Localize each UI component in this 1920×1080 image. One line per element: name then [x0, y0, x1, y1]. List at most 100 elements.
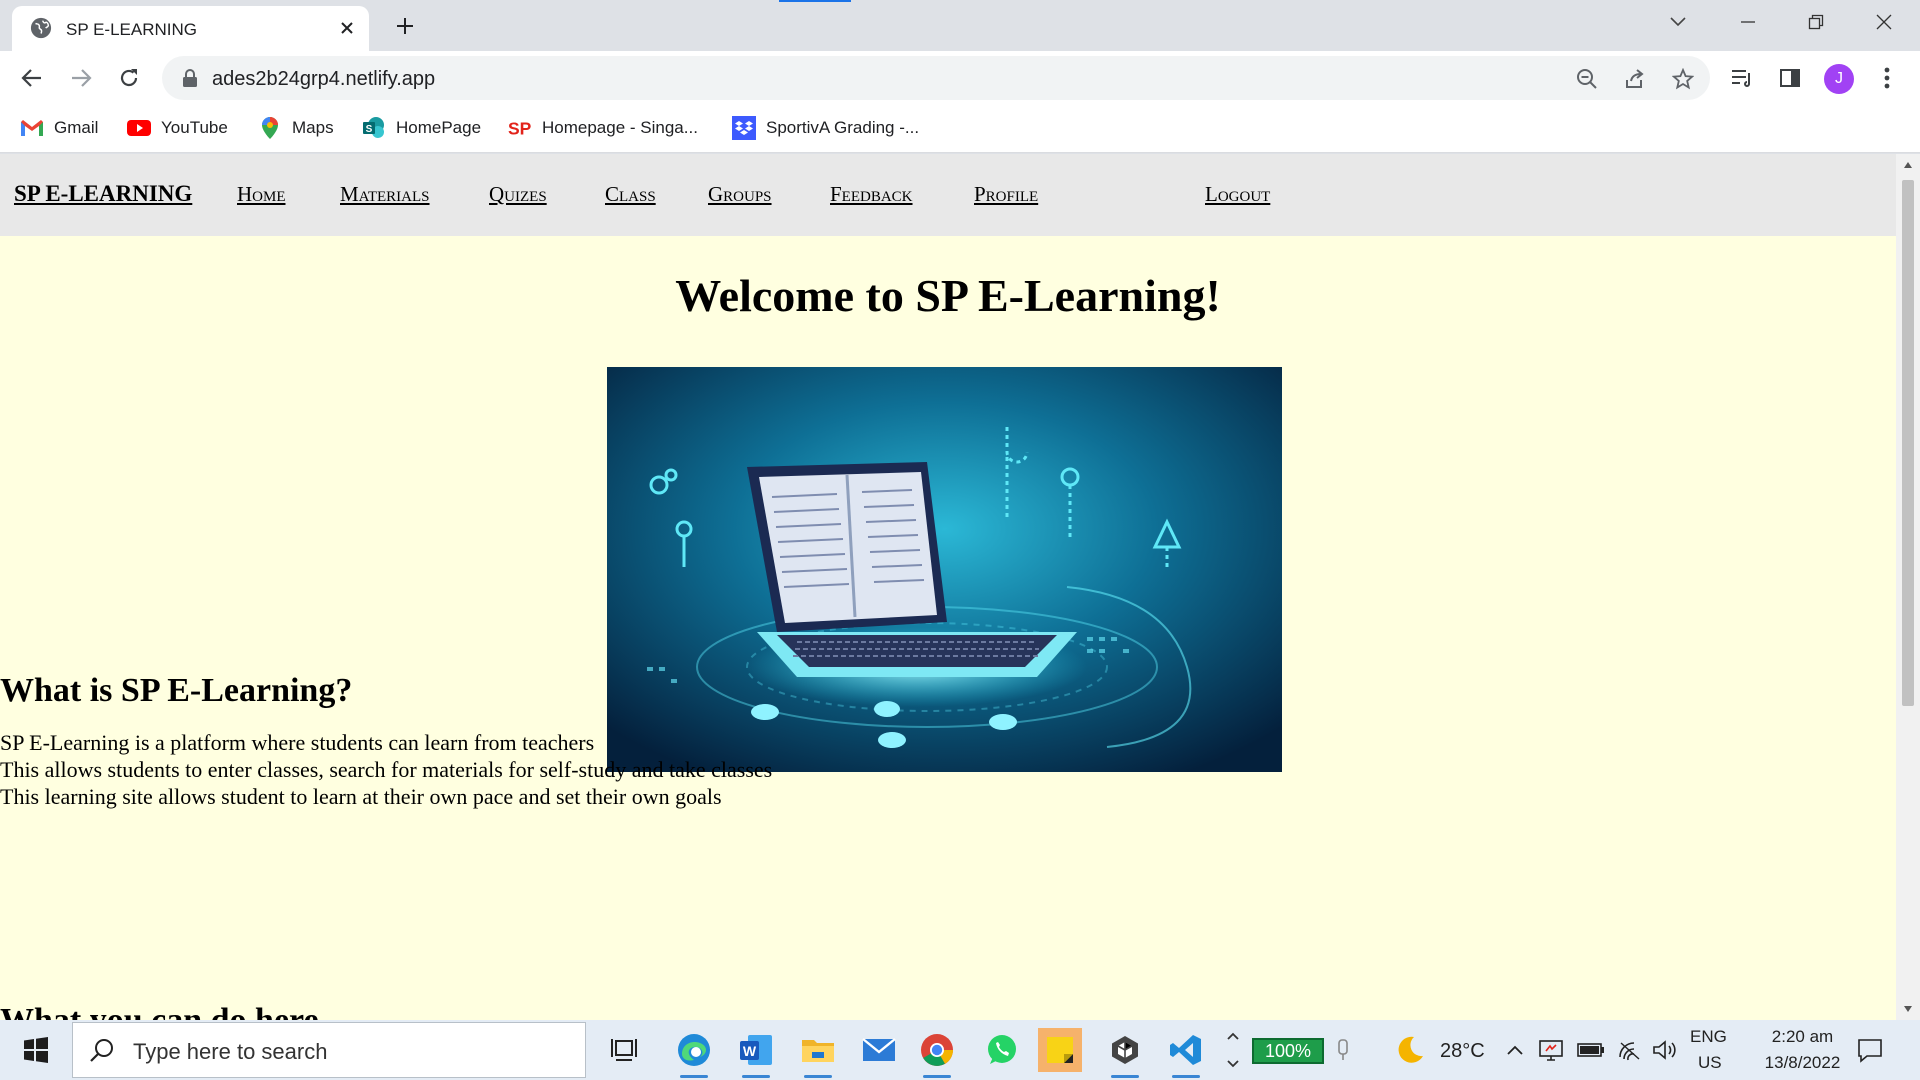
browser-tab[interactable]: SP E-LEARNING	[12, 6, 369, 51]
display-icon[interactable]	[1535, 1028, 1567, 1072]
input-language[interactable]: ENG	[1690, 1027, 1727, 1047]
section-heading-features: What you can do here	[0, 1002, 319, 1020]
bookmarks-bar: Gmail YouTube Maps S HomePage SP Homepag…	[0, 105, 1920, 153]
bookmark-sp-homepage[interactable]: SP Homepage - Singa...	[508, 115, 698, 141]
section-heading-about: What is SP E-Learning?	[0, 672, 353, 709]
svg-text:SP: SP	[508, 118, 532, 138]
active-app-indicator	[680, 1075, 708, 1078]
reading-list-icon[interactable]	[1729, 65, 1755, 91]
search-icon	[90, 1039, 113, 1062]
e-learning-hero-image	[607, 367, 1282, 772]
page-viewport: SP E-LEARNING Home Materials Quizes Clas…	[0, 154, 1896, 1020]
tab-title: SP E-LEARNING	[66, 20, 198, 39]
wifi-icon[interactable]	[1614, 1028, 1646, 1072]
active-app-indicator	[804, 1075, 832, 1078]
page-title: Welcome to SP E-Learning!	[675, 270, 1221, 321]
edge-icon[interactable]	[672, 1028, 716, 1078]
scroll-down-icon[interactable]	[1896, 998, 1920, 1020]
vscode-icon[interactable]	[1164, 1028, 1208, 1078]
clock-date[interactable]: 13/8/2022	[1745, 1053, 1860, 1073]
active-app-indicator	[742, 1075, 770, 1078]
profile-avatar[interactable]: J	[1824, 64, 1854, 94]
file-explorer-icon[interactable]	[796, 1028, 840, 1078]
moon-weather-icon[interactable]	[1388, 1028, 1432, 1072]
lock-icon[interactable]	[182, 69, 198, 87]
task-view-icon[interactable]	[602, 1028, 646, 1072]
unity-icon[interactable]	[1103, 1028, 1147, 1078]
tab-strip: SP E-LEARNING	[0, 0, 1920, 51]
maps-icon	[258, 116, 282, 140]
scrollbar-thumb[interactable]	[1902, 180, 1914, 706]
globe-icon	[30, 17, 52, 39]
whatsapp-icon[interactable]	[980, 1028, 1024, 1072]
mail-icon[interactable]	[857, 1028, 901, 1072]
chrome-icon[interactable]	[915, 1028, 959, 1078]
nav-quizes[interactable]: Quizes	[489, 182, 547, 207]
scroll-taskbar-icon[interactable]	[1222, 1028, 1244, 1072]
restore-icon[interactable]	[1798, 8, 1834, 36]
bookmark-label: YouTube	[161, 118, 228, 137]
about-line: This learning site allows student to lea…	[0, 784, 722, 809]
bookmark-gmail[interactable]: Gmail	[20, 115, 98, 141]
page-loading-indicator	[779, 0, 851, 2]
new-tab-icon[interactable]	[390, 11, 420, 41]
youtube-icon	[127, 116, 151, 140]
bookmark-star-icon[interactable]	[1670, 66, 1696, 92]
windows-taskbar: Type here to search W 100% 28°C ENG US 2…	[0, 1020, 1920, 1080]
battery-icon[interactable]	[1575, 1028, 1607, 1072]
about-paragraph: SP E-Learning is a platform where studen…	[0, 729, 772, 810]
sharepoint-icon: S	[362, 116, 386, 140]
bookmark-sportiva[interactable]: SportivA Grading -...	[732, 115, 919, 141]
notifications-icon[interactable]	[1848, 1028, 1892, 1072]
bookmark-label: Homepage - Singa...	[542, 118, 698, 137]
clock-time[interactable]: 2:20 am	[1755, 1027, 1850, 1047]
sp-logo-icon: SP	[508, 116, 532, 140]
battery-level-indicator[interactable]: 100%	[1252, 1038, 1324, 1064]
bookmark-homepage[interactable]: S HomePage	[362, 115, 481, 141]
nav-feedback[interactable]: Feedback	[830, 182, 913, 207]
touch-keyboard-icon[interactable]	[1330, 1028, 1356, 1072]
bookmark-label: SportivA Grading -...	[766, 118, 920, 137]
scroll-up-icon[interactable]	[1896, 154, 1920, 176]
nav-profile[interactable]: Profile	[974, 182, 1038, 207]
dropbox-icon	[732, 116, 756, 140]
active-app-indicator	[1172, 1075, 1200, 1078]
close-window-icon[interactable]	[1866, 8, 1902, 36]
tab-search-icon[interactable]	[1660, 8, 1696, 36]
nav-class[interactable]: Class	[605, 182, 656, 207]
close-tab-icon[interactable]	[334, 15, 360, 41]
about-line: This allows students to enter classes, s…	[0, 757, 773, 782]
bookmark-label: Maps	[292, 118, 334, 137]
zoom-out-icon[interactable]	[1574, 66, 1600, 92]
nav-groups[interactable]: Groups	[708, 182, 772, 207]
gmail-icon	[20, 116, 44, 140]
svg-text:S: S	[366, 124, 373, 135]
side-panel-icon[interactable]	[1777, 65, 1803, 91]
windows-start-icon[interactable]	[14, 1028, 58, 1072]
nav-home[interactable]: Home	[237, 182, 286, 207]
share-icon[interactable]	[1622, 66, 1648, 92]
page-scrollbar[interactable]	[1896, 154, 1920, 1020]
hidden-icons-chevron-icon[interactable]	[1500, 1028, 1530, 1072]
volume-icon[interactable]	[1648, 1028, 1680, 1072]
active-app-indicator	[923, 1075, 951, 1078]
minimize-icon[interactable]	[1730, 8, 1766, 36]
nav-logout[interactable]: Logout	[1205, 182, 1270, 207]
bookmark-maps[interactable]: Maps	[258, 115, 334, 141]
site-brand-link[interactable]: SP E-LEARNING	[14, 181, 192, 207]
back-icon[interactable]	[15, 61, 49, 95]
reload-icon[interactable]	[112, 61, 146, 95]
bookmark-label: Gmail	[54, 118, 99, 137]
sticky-notes-icon[interactable]	[1038, 1028, 1082, 1072]
weather-temperature[interactable]: 28°C	[1440, 1040, 1485, 1063]
nav-materials[interactable]: Materials	[340, 182, 430, 207]
taskbar-search-box[interactable]: Type here to search	[72, 1022, 586, 1078]
bookmark-youtube[interactable]: YouTube	[127, 115, 228, 141]
input-region[interactable]: US	[1698, 1053, 1722, 1073]
url-text[interactable]: ades2b24grp4.netlify.app	[212, 68, 435, 91]
site-navbar: SP E-LEARNING Home Materials Quizes Clas…	[0, 154, 1896, 236]
more-menu-icon[interactable]	[1874, 65, 1900, 91]
address-bar[interactable]: ades2b24grp4.netlify.app	[162, 56, 1710, 100]
forward-icon[interactable]	[64, 61, 98, 95]
word-icon[interactable]: W	[734, 1028, 778, 1078]
